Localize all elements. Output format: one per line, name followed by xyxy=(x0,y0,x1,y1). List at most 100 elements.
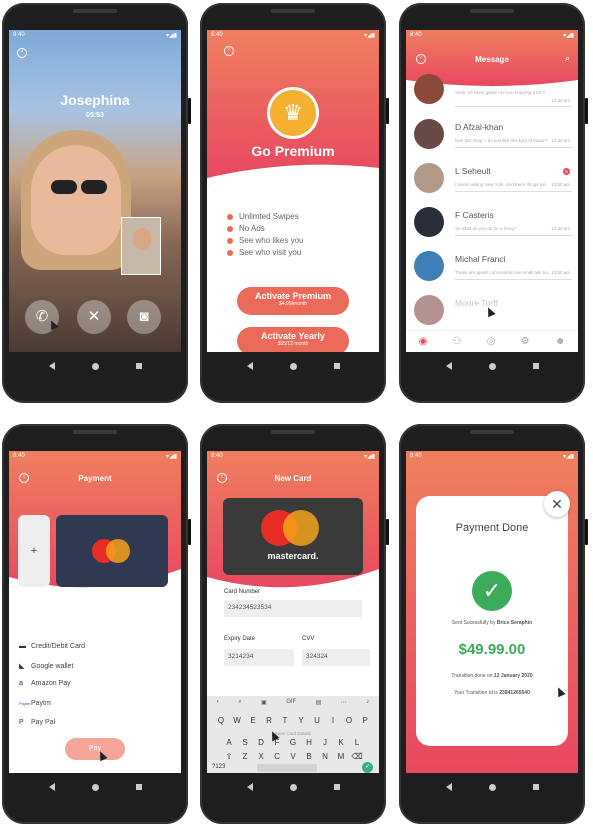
card-icon: ▬ xyxy=(19,643,26,650)
wallet-icon: ◣ xyxy=(19,663,25,670)
payment-method-card[interactable]: ▬ Credit/Debit Card xyxy=(19,643,85,650)
self-video-preview xyxy=(121,217,161,275)
nav-back-icon[interactable] xyxy=(445,783,452,791)
card-number-field[interactable]: 234234523534 xyxy=(224,600,362,617)
nav-recents-icon[interactable] xyxy=(333,784,340,790)
avatar xyxy=(414,251,444,281)
camera-icon: ◙ xyxy=(139,308,149,325)
pay-button[interactable]: Pay xyxy=(65,738,125,760)
check-icon: ✓ xyxy=(472,571,512,611)
end-call-button[interactable]: ✕ xyxy=(77,300,111,334)
camera-button[interactable]: ◙ xyxy=(127,300,161,334)
payment-title: Payment xyxy=(78,474,112,483)
settings-icon[interactable]: ⚙ xyxy=(521,336,530,347)
mic-icon[interactable]: ♪ xyxy=(366,699,369,706)
status-bar: 8:40 ▾◢▮ xyxy=(410,32,574,39)
clipboard-icon[interactable]: ▤ xyxy=(316,699,322,706)
status-bar: 8:40 ▾◢▮ xyxy=(211,32,375,39)
keyboard-row-3: ⇧ ZXCVBNM ⌫ xyxy=(207,752,379,761)
premium-screen: 8:40 ▾◢▮ ‹ ♛ Go Premium Unlimted Swipes N… xyxy=(207,30,379,352)
nav-home-icon[interactable] xyxy=(289,362,297,370)
search-icon[interactable]: ⌕ xyxy=(565,53,570,64)
people-icon[interactable]: ⚇ xyxy=(453,336,462,347)
enter-key[interactable]: ✓ xyxy=(362,762,373,773)
feature-item: No Ads xyxy=(227,224,265,233)
more-icon[interactable]: ⋯ xyxy=(341,699,347,706)
payment-method-paypal[interactable]: P Pay Pal xyxy=(19,719,55,726)
payment-method-paytm[interactable]: PaytmPaytm xyxy=(19,700,51,707)
crown-icon: ♛ xyxy=(270,90,316,136)
activate-yearly-button[interactable]: Activate Yearly $55/12 month xyxy=(237,327,349,352)
search-icon[interactable]: ⌕ xyxy=(238,699,241,706)
nav-back-icon[interactable] xyxy=(246,362,253,370)
nav-recents-icon[interactable] xyxy=(532,363,539,369)
payment-method-google-wallet[interactable]: ◣ Google wallet xyxy=(19,662,73,670)
saved-card[interactable] xyxy=(56,515,168,587)
phone-new-card: 8:40 ▾◢▮ ‹ New Card mastercard. Card Numb… xyxy=(200,424,389,824)
status-bar: 8:40 ▾◢▮ xyxy=(13,32,177,39)
messages-title: Message xyxy=(475,55,509,64)
avatar xyxy=(414,295,444,325)
expiry-field[interactable]: 3214234 xyxy=(224,649,294,666)
back-button[interactable]: ‹ xyxy=(224,46,234,56)
nav-home-icon[interactable] xyxy=(488,783,496,791)
done-title: Payment Done xyxy=(455,522,529,534)
add-card-button[interactable]: + xyxy=(18,515,50,587)
list-item[interactable]: F Casteris So what do you do for a livin… xyxy=(406,201,578,245)
call-screen: 8:40 ▾◢▮ ‹ Josephina 05:53 ✆ ✕ ◙ xyxy=(9,30,181,352)
activate-premium-button[interactable]: Activate Premium $4.99/month xyxy=(237,287,349,315)
back-button[interactable]: ‹ xyxy=(17,48,27,58)
avatar xyxy=(414,163,444,193)
paytm-icon: Paytm xyxy=(19,701,31,706)
close-button[interactable]: ✕ xyxy=(544,491,570,517)
call-duration: 05:53 xyxy=(86,112,104,119)
sticker-icon[interactable]: ▣ xyxy=(261,699,267,706)
caller-name: Josephina xyxy=(60,92,130,108)
nav-back-icon[interactable] xyxy=(246,783,253,791)
nav-recents-icon[interactable] xyxy=(135,784,142,790)
feature-item: See who visit you xyxy=(226,248,302,257)
chevron-left-icon[interactable]: ‹ xyxy=(217,699,219,706)
sent-by-text: Sent Sucessfully by Brice Seraphin xyxy=(451,620,533,626)
nav-back-icon[interactable] xyxy=(48,783,55,791)
expiry-label: Expiry Date xyxy=(224,636,256,642)
num-switch-key[interactable]: ?123 xyxy=(212,764,225,770)
payment-done-card: Payment Done ✓ Sent Sucessfully by Brice… xyxy=(416,496,568,746)
nav-back-icon[interactable] xyxy=(445,362,452,370)
nav-home-icon[interactable] xyxy=(488,362,496,370)
feature-item: See who likes you xyxy=(226,236,304,245)
space-key[interactable] xyxy=(257,764,317,772)
shift-icon[interactable]: ⇧ xyxy=(223,752,236,761)
avatar xyxy=(414,119,444,149)
amazon-icon: a xyxy=(19,680,23,687)
nav-recents-icon[interactable] xyxy=(532,784,539,790)
list-item[interactable]: L Seheult 6 I loved visiting New York. A… xyxy=(406,157,578,201)
nav-back-icon[interactable] xyxy=(48,362,55,370)
backspace-icon[interactable]: ⌫ xyxy=(351,752,364,761)
new-card-title: New Card xyxy=(274,474,312,483)
list-item[interactable]: D Afzal-khan love this song ~ do you lik… xyxy=(406,113,578,157)
keyboard-row-1: QWERTYUIOP xyxy=(217,716,368,725)
nav-recents-icon[interactable] xyxy=(135,363,142,369)
phone-call: 8:40 ▾◢▮ ‹ Josephina 05:53 ✆ ✕ ◙ xyxy=(2,3,191,403)
list-item[interactable]: Michal Franci These are great! I absolut… xyxy=(406,245,578,289)
nav-recents-icon[interactable] xyxy=(333,363,340,369)
nav-home-icon[interactable] xyxy=(289,783,297,791)
nav-home-icon[interactable] xyxy=(91,783,99,791)
payment-method-amazon[interactable]: a Amazon Pay xyxy=(19,680,71,687)
nav-home-icon[interactable] xyxy=(91,362,99,370)
chat-icon[interactable]: ◎ xyxy=(487,336,496,347)
feed-icon[interactable]: ◉ xyxy=(419,336,428,347)
save-card-hint: Save Card Details xyxy=(274,731,312,736)
new-card-screen: 8:40 ▾◢▮ ‹ New Card mastercard. Card Numb… xyxy=(207,451,379,773)
transaction-id: Your Transition Id is 23841265540 xyxy=(454,690,530,696)
system-nav-bar xyxy=(2,352,188,380)
cvv-label: CVV xyxy=(302,636,315,642)
cvv-field[interactable]: 324324 xyxy=(302,649,370,666)
close-icon: ✕ xyxy=(551,496,563,512)
close-icon: ✕ xyxy=(87,308,101,325)
system-nav-bar xyxy=(399,352,585,380)
card-number-label: Card Number xyxy=(224,589,261,595)
profile-icon[interactable]: ☻ xyxy=(555,336,566,347)
gif-icon[interactable]: GIF xyxy=(286,699,296,706)
